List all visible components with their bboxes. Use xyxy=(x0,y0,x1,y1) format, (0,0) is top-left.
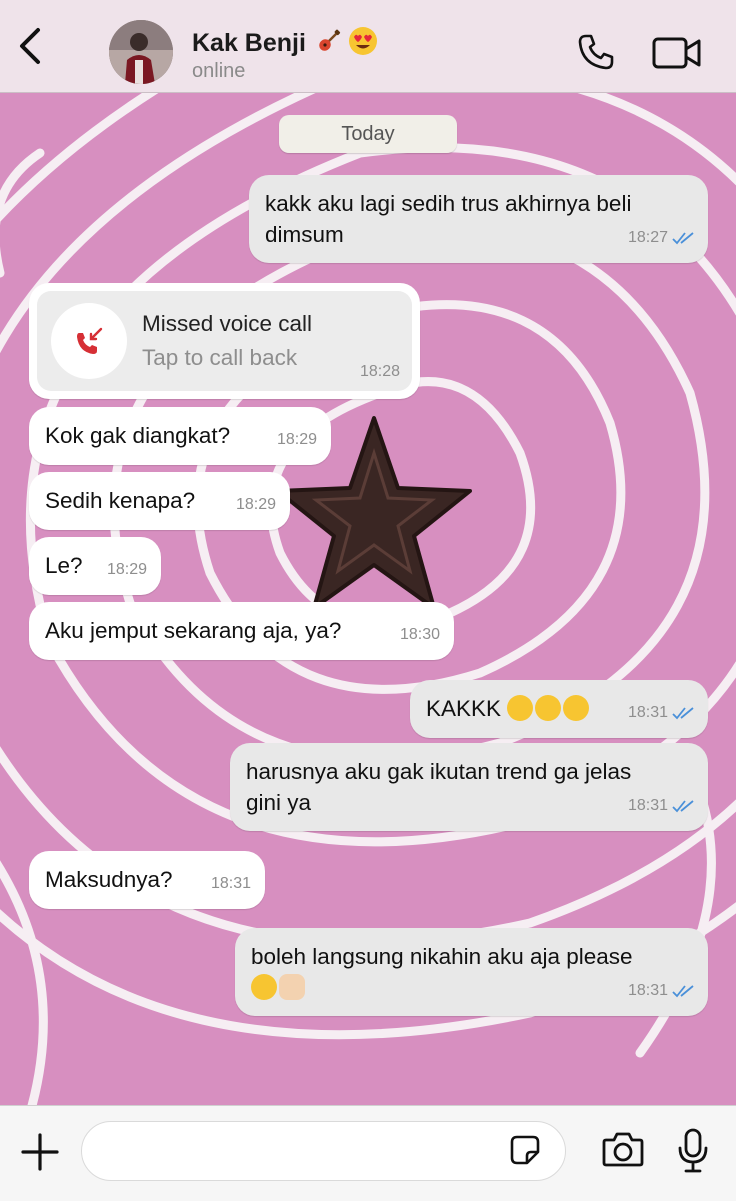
missed-call-subtitle: Tap to call back xyxy=(142,345,298,370)
sticker-icon xyxy=(510,1135,540,1165)
loudly-crying-emoji xyxy=(507,695,534,721)
message-bubble-incoming[interactable]: Sedih kenapa? 18:29 xyxy=(29,472,290,530)
message-meta: 18:31 xyxy=(628,975,694,1006)
microphone-icon xyxy=(678,1128,708,1173)
camera-button[interactable] xyxy=(602,1130,644,1173)
message-text: Aku jemput sekarang aja, ya? xyxy=(45,618,342,643)
message-time: 18:31 xyxy=(627,982,668,999)
message-bubble-outgoing[interactable]: KAKKK 18:31 xyxy=(410,680,708,738)
message-time: 18:30 xyxy=(399,626,440,643)
message-bubble-outgoing[interactable]: harusnya aku gak ikutan trend ga jelas g… xyxy=(230,743,708,831)
loudly-crying-emoji xyxy=(563,695,590,721)
missed-call-icon xyxy=(51,303,127,379)
voice-message-button[interactable] xyxy=(676,1128,710,1179)
pensive-emoji xyxy=(251,974,277,1000)
missed-call-bubble[interactable]: Missed voice call Tap to call back 18:28 xyxy=(29,283,420,399)
guitar-emoji xyxy=(317,29,341,60)
back-button[interactable] xyxy=(14,26,46,66)
message-input[interactable] xyxy=(81,1121,566,1181)
message-time: 18:29 xyxy=(235,496,276,513)
contact-avatar[interactable] xyxy=(109,20,173,84)
message-time: 18:31 xyxy=(627,797,668,814)
message-bubble-outgoing[interactable]: kakk aku lagi sedih trus akhirnya beli d… xyxy=(249,175,708,263)
message-time: 18:31 xyxy=(627,704,668,721)
read-ticks-icon xyxy=(672,707,694,720)
read-ticks-icon xyxy=(672,800,694,813)
attach-button[interactable] xyxy=(20,1132,60,1177)
message-bubble-incoming[interactable]: Le? 18:29 xyxy=(29,537,161,595)
message-text: Kok gak diangkat? xyxy=(45,423,231,448)
chat-area[interactable]: Today kakk aku lagi sedih trus akhirnya … xyxy=(0,93,736,1105)
message-bubble-incoming[interactable]: Maksudnya? 18:31 xyxy=(29,851,265,909)
heart-eyes-emoji xyxy=(348,26,378,63)
message-bubble-outgoing[interactable]: boleh langsung nikahin aku aja please 18… xyxy=(235,928,708,1016)
contact-status: online xyxy=(192,60,246,82)
message-time: 18:31 xyxy=(210,875,251,892)
message-time: 18:27 xyxy=(627,229,668,246)
message-text: boleh langsung nikahin aku aja please xyxy=(251,944,633,969)
read-ticks-icon xyxy=(672,232,694,245)
phone-icon xyxy=(578,34,614,70)
message-meta: 18:31 xyxy=(628,697,694,728)
loudly-crying-emoji xyxy=(535,695,562,721)
missed-call-card[interactable]: Missed voice call Tap to call back 18:28 xyxy=(37,291,412,391)
message-text: Le? xyxy=(45,553,83,578)
composer-bar xyxy=(0,1105,736,1201)
voice-call-button[interactable] xyxy=(576,32,616,77)
message-meta: 18:31 xyxy=(628,790,694,821)
video-call-button[interactable] xyxy=(652,36,702,75)
read-ticks-icon xyxy=(672,985,694,998)
plus-icon xyxy=(21,1133,59,1171)
message-text: kakk aku lagi sedih trus akhirnya beli d… xyxy=(265,191,632,247)
message-text: harusnya aku gak ikutan trend ga jelas g… xyxy=(246,759,632,815)
message-bubble-incoming[interactable]: Kok gak diangkat? 18:29 xyxy=(29,407,331,465)
message-text: Sedih kenapa? xyxy=(45,488,196,513)
message-text: Maksudnya? xyxy=(45,867,173,892)
sticker-button[interactable] xyxy=(509,1134,541,1171)
camera-icon xyxy=(602,1132,644,1167)
message-meta: 18:27 xyxy=(628,222,694,253)
message-time: 18:29 xyxy=(276,431,317,448)
message-bubble-incoming[interactable]: Aku jemput sekarang aja, ya? 18:30 xyxy=(29,602,454,660)
raised-hand-emoji xyxy=(279,974,305,1000)
message-time: 18:29 xyxy=(106,561,147,578)
date-divider: Today xyxy=(279,115,457,153)
contact-name-row[interactable]: Kak Benji xyxy=(192,26,378,63)
video-camera-icon xyxy=(652,37,701,69)
message-text: KAKKK xyxy=(426,696,502,721)
missed-call-title: Missed voice call xyxy=(142,311,313,336)
message-time: 18:28 xyxy=(359,363,400,380)
contact-name: Kak Benji xyxy=(192,29,306,58)
chat-header: Kak Benji online xyxy=(0,0,736,93)
